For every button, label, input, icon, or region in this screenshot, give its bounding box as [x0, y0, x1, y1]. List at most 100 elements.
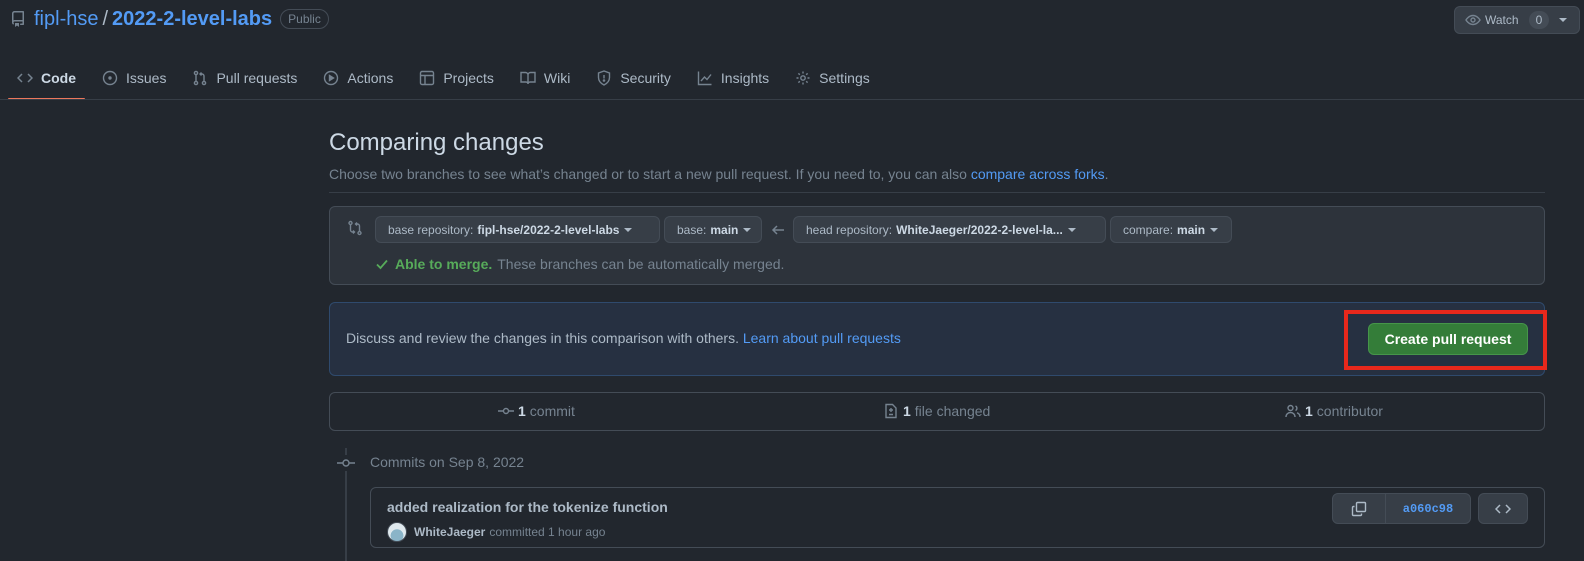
commits-label: commit	[529, 403, 575, 419]
merge-status: Able to merge. These branches can be aut…	[375, 256, 784, 272]
commits-stat[interactable]: 1 commit	[498, 403, 575, 419]
base-branch-label: base:	[677, 222, 707, 237]
tab-label: Projects	[443, 70, 494, 86]
discuss-message: Discuss and review the changes in this c…	[346, 330, 739, 346]
chevron-down-icon	[743, 226, 752, 234]
avatar[interactable]	[387, 522, 407, 542]
commit-title-link[interactable]: added realization for the tokenize funct…	[387, 499, 668, 515]
compare-header: Comparing changes Choose two branches to…	[329, 128, 1545, 193]
tab-pull-requests[interactable]: Pull requests	[183, 56, 306, 100]
commit-icon	[337, 455, 355, 471]
tab-label: Insights	[720, 70, 770, 86]
base-branch-value: main	[710, 222, 739, 237]
copy-sha-button[interactable]	[1333, 494, 1386, 523]
tab-projects[interactable]: Projects	[410, 56, 503, 100]
commit-author-link[interactable]: WhiteJaeger	[414, 525, 485, 539]
tabs-divider	[0, 99, 1584, 100]
shield-icon	[596, 70, 620, 86]
tab-issues[interactable]: Issues	[93, 56, 175, 100]
arrow-left-icon	[771, 223, 785, 237]
browse-files-button[interactable]	[1478, 493, 1528, 524]
tab-label: Settings	[819, 70, 870, 86]
chevron-down-icon	[1559, 16, 1568, 24]
watch-label: Watch	[1485, 13, 1519, 27]
commits-date-header: Commits on Sep 8, 2022	[370, 454, 525, 470]
check-icon	[375, 257, 389, 271]
commit-sha-link[interactable]: a060c98	[1386, 494, 1470, 523]
merge-status-label: Able to merge.	[395, 256, 493, 272]
contributors-count: 1	[1305, 403, 1313, 419]
discuss-text: Discuss and review the changes in this c…	[346, 330, 901, 346]
commit-meta: WhiteJaeger committed 1 hour ago	[387, 522, 605, 542]
graph-icon	[697, 70, 721, 86]
contributors-stat[interactable]: 1 contributor	[1285, 403, 1383, 419]
highlight-box	[1344, 310, 1547, 370]
commit-time: committed 1 hour ago	[489, 525, 606, 539]
tab-label: Pull requests	[216, 70, 298, 86]
tab-label: Wiki	[543, 70, 571, 86]
tab-security[interactable]: Security	[587, 56, 680, 100]
play-icon	[323, 70, 347, 86]
repo-header: fipl-hse / 2022-2-level-labs Public	[10, 6, 329, 32]
tab-wiki[interactable]: Wiki	[511, 56, 579, 100]
eye-icon	[1465, 12, 1481, 28]
tab-label: Actions	[347, 70, 394, 86]
chevron-down-icon	[1067, 226, 1076, 234]
pull-request-icon	[192, 70, 216, 86]
base-branch-select[interactable]: base: main	[664, 216, 762, 243]
file-diff-icon	[883, 403, 899, 419]
repo-icon	[10, 11, 26, 27]
learn-pull-requests-link[interactable]: Learn about pull requests	[743, 330, 901, 346]
head-repository-value: WhiteJaeger/2022-2-level-la...	[896, 222, 1063, 237]
issue-icon	[102, 70, 126, 86]
head-repository-label: head repository:	[806, 222, 893, 237]
repo-name-link[interactable]: 2022-2-level-labs	[112, 8, 272, 31]
base-repository-select[interactable]: base repository: fipl-hse/2022-2-level-l…	[375, 216, 660, 243]
tab-label: Security	[620, 70, 671, 86]
watch-button[interactable]: Watch 0	[1454, 6, 1580, 34]
chevron-down-icon	[624, 226, 633, 234]
tab-settings[interactable]: Settings	[786, 56, 879, 100]
subtitle-period: .	[1104, 166, 1109, 182]
tab-label: Issues	[126, 70, 167, 86]
book-icon	[520, 70, 544, 86]
code-icon	[1495, 501, 1511, 517]
repo-tabs: Code Issues Pull requests Actions Projec…	[8, 56, 887, 100]
gear-icon	[795, 70, 819, 86]
commits-count: 1	[518, 403, 526, 419]
commit-icon	[498, 403, 514, 419]
compare-forks-link[interactable]: compare across forks	[971, 166, 1105, 182]
range-editor: base repository: fipl-hse/2022-2-level-l…	[329, 206, 1545, 285]
merge-status-note: These branches can be automatically merg…	[497, 256, 785, 272]
files-label: file changed	[914, 403, 991, 419]
compare-stats: 1 commit 1 file changed 1 contributor	[329, 392, 1545, 431]
page-subtitle: Choose two branches to see what’s change…	[329, 164, 1545, 184]
files-stat[interactable]: 1 file changed	[883, 403, 990, 419]
code-icon	[17, 70, 41, 86]
compare-icon	[347, 220, 363, 236]
subtitle-text: Choose two branches to see what’s change…	[329, 166, 967, 182]
divider	[329, 192, 1545, 193]
people-icon	[1285, 403, 1301, 419]
base-repository-value: fipl-hse/2022-2-level-labs	[477, 222, 620, 237]
repo-separator: /	[102, 7, 109, 30]
compare-branch-value: main	[1177, 222, 1206, 237]
page-title: Comparing changes	[329, 129, 544, 156]
commit-sha-group: a060c98	[1332, 493, 1471, 524]
compare-branch-label: compare:	[1123, 222, 1174, 237]
compare-branch-select[interactable]: compare: main	[1110, 216, 1232, 243]
chevron-down-icon	[1210, 226, 1219, 234]
tab-label: Code	[41, 70, 76, 86]
watch-count: 0	[1528, 11, 1550, 29]
table-icon	[419, 70, 443, 86]
contributors-label: contributor	[1316, 403, 1383, 419]
visibility-badge: Public	[280, 9, 329, 29]
repo-owner-link[interactable]: fipl-hse	[34, 8, 98, 31]
tab-code[interactable]: Code	[8, 56, 85, 100]
commit-row: added realization for the tokenize funct…	[370, 487, 1545, 548]
head-repository-select[interactable]: head repository: WhiteJaeger/2022-2-leve…	[793, 216, 1106, 243]
tab-insights[interactable]: Insights	[688, 56, 778, 100]
files-count: 1	[903, 403, 911, 419]
base-repository-label: base repository:	[388, 222, 474, 237]
tab-actions[interactable]: Actions	[314, 56, 402, 100]
